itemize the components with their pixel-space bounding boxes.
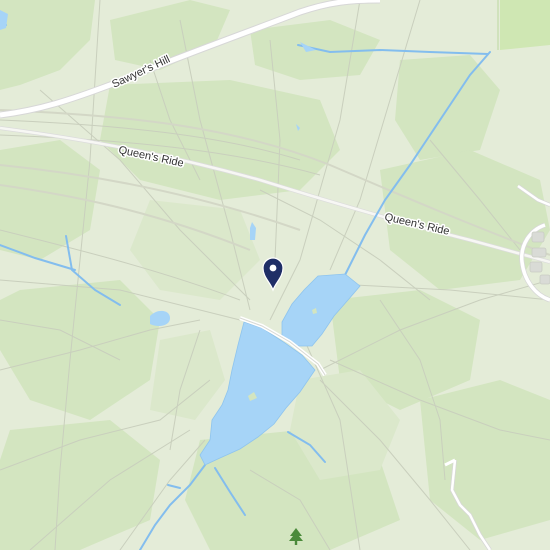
meadow-area [500, 0, 550, 50]
map-svg[interactable]: Sawyer's Hill Queen's Ride Queen's Ride [0, 0, 550, 550]
map-canvas[interactable]: Sawyer's Hill Queen's Ride Queen's Ride [0, 0, 550, 550]
